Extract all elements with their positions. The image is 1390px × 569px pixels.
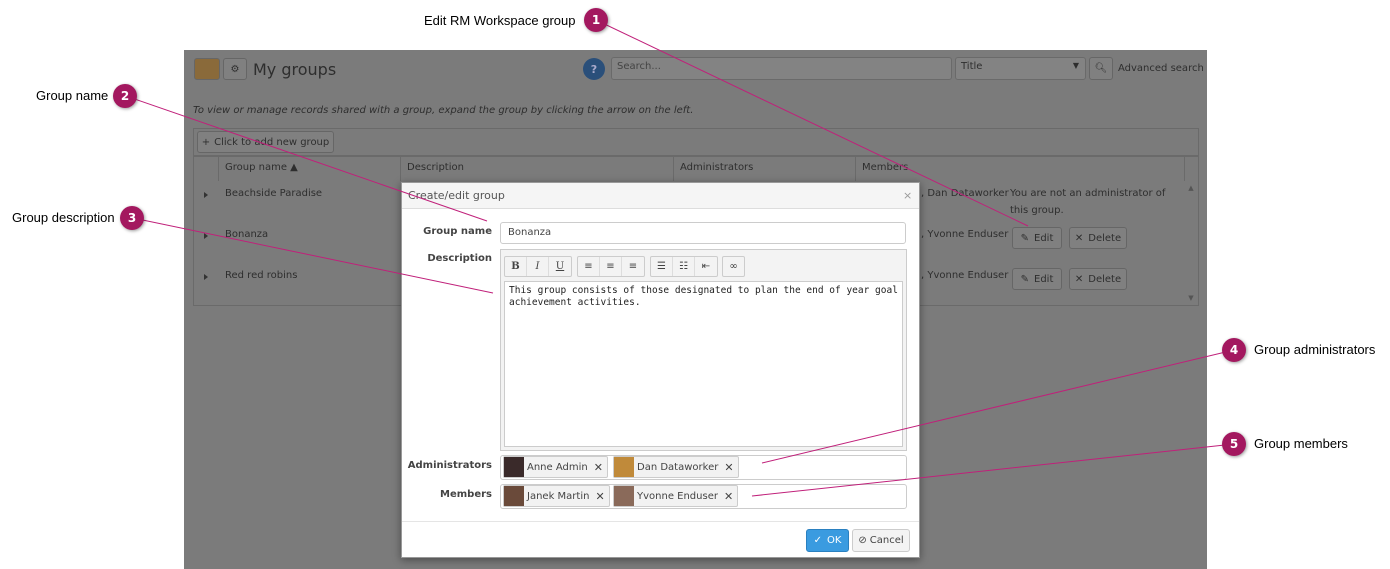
callout-badge-4: 4 xyxy=(1222,338,1246,362)
callout-line-2 xyxy=(125,95,488,222)
callout-lines xyxy=(125,19,1235,497)
callout-line-4 xyxy=(761,349,1235,464)
callout-line-3 xyxy=(132,217,494,294)
callout-text-5: Group members xyxy=(1254,436,1348,451)
callout-badge-5: 5 xyxy=(1222,432,1246,456)
callout-badge-2: 2 xyxy=(113,84,137,108)
callout-text-2: Group name xyxy=(36,88,109,103)
callout-badge-3: 3 xyxy=(120,206,144,230)
callout-text-4: Group administrators xyxy=(1254,342,1376,357)
callout-line-1 xyxy=(595,19,1029,227)
callout-text-1: Edit RM Workspace group xyxy=(424,13,576,28)
callout-text-3: Group description xyxy=(12,210,115,225)
callout-badge-1: 1 xyxy=(584,8,608,32)
callout-line-5 xyxy=(751,443,1235,497)
